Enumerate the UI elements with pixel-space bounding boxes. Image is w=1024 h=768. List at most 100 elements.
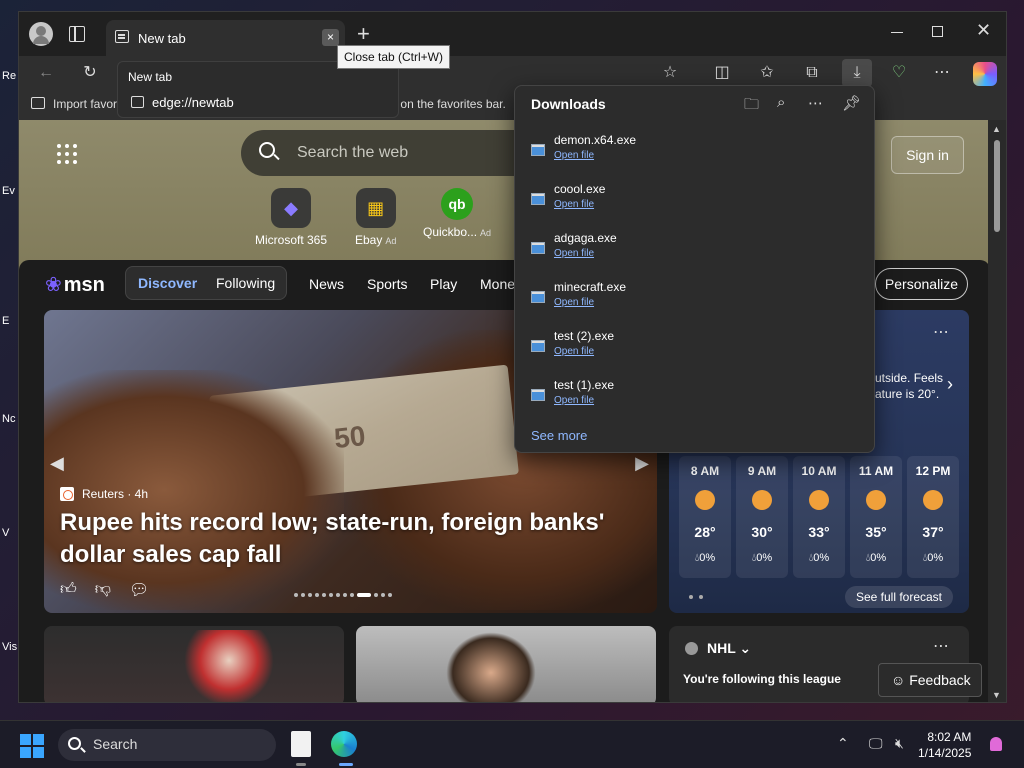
page-scrollbar[interactable]: ▲ ▼ <box>988 120 1006 702</box>
see-more-link[interactable]: See more <box>531 428 587 443</box>
tab-close-button[interactable]: × <box>322 29 339 46</box>
close-window-button[interactable]: ✕ <box>976 20 991 41</box>
more-options-icon[interactable]: ⋯ <box>808 94 823 112</box>
network-icon[interactable]: 🖵︎ <box>869 735 883 752</box>
tab-preview-title: New tab <box>128 70 173 84</box>
nav-sports[interactable]: Sports <box>367 276 407 292</box>
new-tab-button[interactable]: + <box>357 23 370 45</box>
web-search-box[interactable]: Search the web <box>241 130 541 176</box>
downloads-button[interactable]: ⤓ <box>842 59 872 87</box>
newtab-favicon-icon <box>131 96 144 108</box>
file-explorer-icon[interactable] <box>291 731 311 757</box>
carousel-dot[interactable] <box>336 593 340 597</box>
carousel-dot[interactable] <box>301 593 305 597</box>
page-dot[interactable] <box>699 595 703 599</box>
news-card-baseball[interactable] <box>44 626 344 702</box>
quick-link-ebay[interactable]: ▦ Ebay Ad <box>355 188 396 247</box>
pin-icon[interactable]: 📌︎ <box>842 94 861 112</box>
open-folder-icon[interactable]: 🗀︎ <box>744 94 759 119</box>
tab-new-tab[interactable]: New tab × <box>106 20 345 56</box>
vertical-tabs-icon[interactable] <box>69 26 85 42</box>
news-card-portrait[interactable] <box>356 626 656 702</box>
download-item[interactable]: coool.exe Open file <box>531 179 861 219</box>
windows-start-icon[interactable] <box>20 734 44 758</box>
carousel-dot[interactable] <box>329 593 333 597</box>
quick-link-label: Quickbo... <box>423 225 478 239</box>
search-icon[interactable]: ⌕ <box>777 94 785 111</box>
collections-icon[interactable]: ⧉ <box>801 62 823 84</box>
favorites-icon[interactable]: ✩ <box>756 62 778 84</box>
open-file-link[interactable]: Open file <box>554 199 594 210</box>
sunny-icon <box>695 490 715 510</box>
weather-more-icon[interactable]: ⋯ <box>933 322 949 342</box>
download-filename: minecraft.exe <box>554 280 627 294</box>
open-file-link[interactable]: Open file <box>554 346 594 357</box>
taskbar-search[interactable]: Search <box>58 729 276 761</box>
browser-essentials-icon[interactable]: ♡ <box>888 62 910 84</box>
carousel-previous-icon[interactable]: ◀ <box>50 453 64 474</box>
carousel-dot[interactable] <box>343 593 347 597</box>
nav-news[interactable]: News <box>309 276 344 292</box>
copilot-icon[interactable] <box>973 62 997 86</box>
quick-link-label: Ebay <box>355 233 383 247</box>
refresh-icon[interactable]: ↻ <box>79 62 101 84</box>
open-file-link[interactable]: Open file <box>554 150 594 161</box>
carousel-dot[interactable] <box>322 593 326 597</box>
volume-muted-icon[interactable]: 🔇︎ <box>895 735 904 752</box>
open-file-link[interactable]: Open file <box>554 395 594 406</box>
see-full-forecast-button[interactable]: See full forecast <box>845 586 953 608</box>
profile-avatar[interactable] <box>29 22 53 46</box>
carousel-dot[interactable] <box>315 593 319 597</box>
feedback-icon: ☺︎ <box>891 672 906 688</box>
download-item[interactable]: minecraft.exe Open file <box>531 277 861 317</box>
chevron-right-icon[interactable]: › <box>947 374 953 395</box>
hero-headline[interactable]: Rupee hits record low; state-run, foreig… <box>60 507 620 571</box>
split-screen-icon[interactable]: ◫ <box>711 62 733 84</box>
tab-following[interactable]: Following <box>216 275 275 291</box>
like-icon[interactable]: 👍︎ <box>60 580 77 600</box>
sign-in-button[interactable]: Sign in <box>891 136 964 174</box>
carousel-dot[interactable] <box>374 593 378 597</box>
download-item[interactable]: adgaga.exe Open file <box>531 228 861 268</box>
carousel-dot[interactable] <box>388 593 392 597</box>
open-file-link[interactable]: Open file <box>554 297 594 308</box>
nav-money[interactable]: Mone <box>480 276 515 292</box>
personalize-button[interactable]: Personalize <box>875 268 968 300</box>
download-item[interactable]: demon.x64.exe Open file <box>531 130 861 170</box>
carousel-dot[interactable] <box>294 593 298 597</box>
quick-link-microsoft-365[interactable]: ◆ Microsoft 365 <box>255 188 327 247</box>
nav-play[interactable]: Play <box>430 276 457 292</box>
chevron-down-icon[interactable]: ⌄ <box>739 640 751 656</box>
exe-file-icon <box>531 291 545 303</box>
exe-file-icon <box>531 340 545 352</box>
back-arrow-icon[interactable]: ← <box>35 62 57 84</box>
comment-icon[interactable]: 💬︎ <box>129 580 149 600</box>
open-file-link[interactable]: Open file <box>554 248 594 259</box>
download-item[interactable]: test (1).exe Open file <box>531 375 861 415</box>
favorite-star-icon[interactable]: ☆ <box>659 62 681 84</box>
notification-bell-icon[interactable] <box>990 737 1002 751</box>
quick-link-quickbooks[interactable]: qb Quickbo... Ad <box>423 188 491 239</box>
nhl-more-icon[interactable]: ⋯ <box>933 636 949 656</box>
carousel-dot[interactable] <box>308 593 312 597</box>
more-menu-icon[interactable]: ⋯ <box>931 62 953 84</box>
msn-logo[interactable]: ❀ msn <box>45 272 105 297</box>
feedback-button[interactable]: ☺︎ Feedback <box>878 663 982 697</box>
scroll-thumb[interactable] <box>994 140 1000 232</box>
carousel-dot[interactable] <box>350 593 354 597</box>
feedback-label: Feedback <box>909 672 971 688</box>
tab-discover[interactable]: Discover <box>138 275 197 291</box>
taskbar-clock[interactable]: 8:02 AM 1/14/2025 <box>918 729 971 761</box>
scroll-down-icon[interactable]: ▼ <box>992 690 1001 700</box>
carousel-dot-active[interactable] <box>357 593 371 597</box>
msn-butterfly-icon: ❀ <box>45 274 62 296</box>
chevron-up-icon[interactable]: ⌃ <box>837 735 849 752</box>
dislike-icon[interactable]: 👎︎ <box>95 580 111 600</box>
app-launcher-icon[interactable] <box>57 144 77 164</box>
carousel-next-icon[interactable]: ▶ <box>635 453 649 474</box>
edge-browser-icon[interactable] <box>331 731 357 757</box>
page-dot[interactable] <box>689 595 693 599</box>
scroll-up-icon[interactable]: ▲ <box>992 124 1001 134</box>
carousel-dot[interactable] <box>381 593 385 597</box>
download-item[interactable]: test (2).exe Open file <box>531 326 861 366</box>
